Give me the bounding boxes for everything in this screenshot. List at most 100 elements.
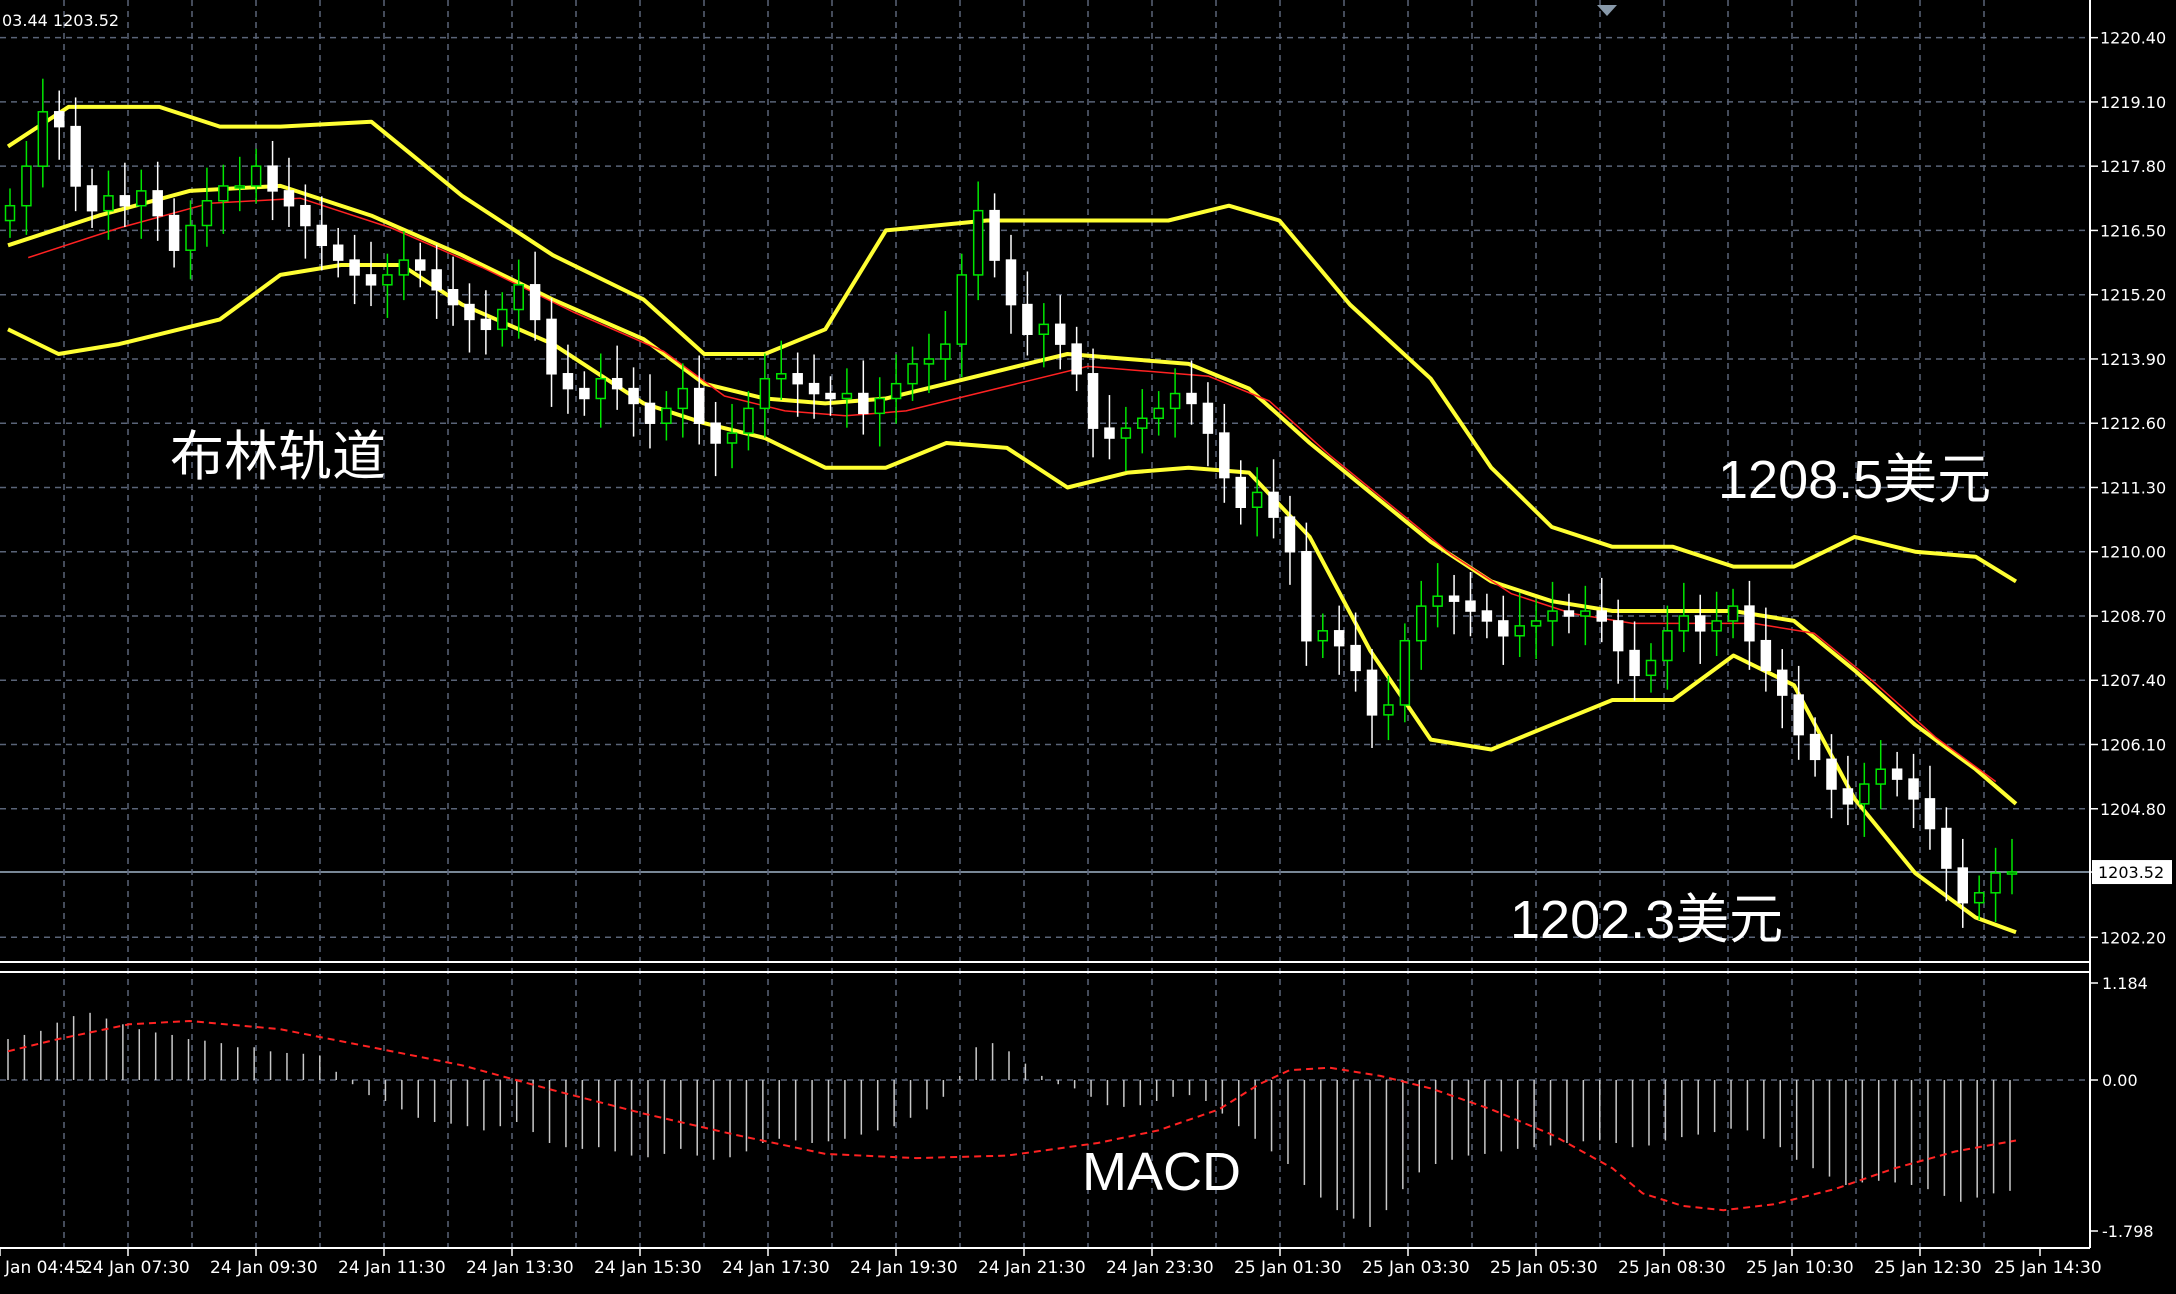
- candle-body: [1891, 768, 1903, 780]
- candle-body: [1908, 778, 1919, 800]
- candle-body: [808, 382, 820, 395]
- candle-body: [693, 387, 705, 424]
- x-tick-label: 24 Jan 21:30: [978, 1258, 1086, 1278]
- candle-body: [218, 185, 229, 202]
- candle-body: [431, 269, 442, 291]
- y-tick-label: 1208.70: [2100, 607, 2166, 626]
- candle-body: [1809, 733, 1821, 761]
- ohlc-readout: 03.44 1203.52: [2, 11, 119, 30]
- candle-body: [874, 397, 885, 415]
- y-tick-label: 1211.30: [2100, 478, 2166, 497]
- candle-body: [53, 111, 65, 128]
- candle-body: [1612, 620, 1624, 652]
- x-tick-label: 25 Jan 03:30: [1362, 1258, 1470, 1278]
- y-tick-label: 1219.10: [2100, 93, 2166, 112]
- candle-body: [644, 402, 656, 424]
- chart-background: [0, 0, 2176, 1294]
- candle-body: [841, 392, 853, 400]
- candle-body: [1005, 259, 1017, 306]
- bollinger-label: 布林轨道: [170, 427, 386, 487]
- candle-body: [710, 422, 721, 444]
- y-tick-label: 1210.00: [2100, 543, 2166, 562]
- candle-body: [1777, 669, 1788, 696]
- y-tick-label: 1204.80: [2100, 800, 2166, 819]
- y-tick-label: 1216.50: [2100, 221, 2166, 240]
- candle-body: [1514, 625, 1525, 637]
- candle-body: [316, 224, 328, 247]
- candle-body: [1038, 323, 1050, 335]
- candle-body: [1678, 615, 1690, 632]
- candle-body: [1596, 610, 1608, 622]
- candle-body: [234, 185, 245, 189]
- y-tick-label: 1202.20: [2100, 928, 2166, 947]
- y-tick-label: 1217.80: [2100, 157, 2166, 176]
- candle-body: [103, 195, 114, 212]
- candle-body: [1760, 639, 1772, 672]
- candle-body: [907, 363, 918, 385]
- candle-body: [546, 318, 557, 375]
- candle-body: [1859, 783, 1870, 805]
- candle-body: [726, 432, 738, 444]
- candle-body: [1317, 630, 1329, 642]
- candle-body: [1498, 620, 1509, 637]
- candle-body: [447, 289, 459, 306]
- candle-body: [1415, 605, 1427, 642]
- candle-body: [1104, 427, 1115, 439]
- candle-body: [1694, 615, 1706, 632]
- candle-body: [1580, 610, 1591, 617]
- candle-body: [1268, 491, 1279, 518]
- candle-body: [1662, 630, 1673, 662]
- candle-body: [890, 382, 902, 400]
- x-tick-label: 25 Jan 01:30: [1234, 1258, 1342, 1278]
- candle-body: [1235, 476, 1246, 508]
- candle-body: [1251, 491, 1263, 508]
- candle-body: [1711, 620, 1722, 632]
- candle-body: [152, 190, 163, 217]
- candle-body: [1137, 417, 1148, 429]
- candle-body: [776, 373, 787, 380]
- candle-body: [119, 195, 131, 207]
- candle-body: [661, 407, 672, 424]
- y-tick-label: 1212.60: [2100, 414, 2166, 433]
- x-tick-label: 24 Jan 04:45: [0, 1258, 86, 1278]
- candle-body: [1120, 427, 1132, 439]
- candle-body: [1727, 605, 1739, 622]
- candle-body: [464, 303, 475, 321]
- candle-body: [1054, 323, 1066, 345]
- candle-body: [136, 190, 147, 207]
- chart-window[interactable]: 1220.40 1219.10 1217.80 1216.50 1215.20 1213.…: [0, 0, 2176, 1294]
- y-tick-label: 1215.20: [2100, 286, 2166, 305]
- candle-body: [628, 387, 639, 405]
- candle-body: [349, 259, 360, 276]
- candle-body: [1547, 610, 1558, 622]
- upper-price-label: 1208.5美元: [1718, 450, 1991, 510]
- candle-body: [86, 185, 98, 212]
- x-tick-label: 25 Jan 14:30: [1994, 1258, 2102, 1278]
- x-tick-label: 25 Jan 05:30: [1490, 1258, 1598, 1278]
- x-tick-label: 24 Jan 23:30: [1106, 1258, 1214, 1278]
- candle-body: [37, 111, 49, 167]
- candle-body: [497, 308, 508, 331]
- candle-body: [1563, 610, 1575, 617]
- candle-body: [1826, 758, 1837, 790]
- candle-body: [1481, 610, 1493, 622]
- candle-body: [1744, 605, 1755, 642]
- candle-body: [1793, 694, 1804, 736]
- x-tick-label: 24 Jan 17:30: [722, 1258, 830, 1278]
- current-price-label: 1203.52: [2098, 863, 2164, 882]
- x-tick-label: 24 Jan 13:30: [466, 1258, 574, 1278]
- candle-body: [1924, 798, 1936, 830]
- x-tick-label: 25 Jan 12:30: [1874, 1258, 1982, 1278]
- macd-tick-label: 1.184: [2102, 974, 2148, 993]
- candle-body: [513, 284, 524, 311]
- candle-body: [168, 214, 180, 251]
- candle-body: [250, 165, 262, 187]
- y-tick-label: 1206.10: [2100, 736, 2166, 755]
- candle-body: [972, 209, 984, 276]
- y-tick-label: 1207.40: [2100, 671, 2166, 690]
- candle-body: [1842, 788, 1854, 805]
- y-tick-label: 1213.90: [2100, 350, 2166, 369]
- candle-body: [825, 392, 836, 400]
- candle-body: [1448, 595, 1460, 602]
- x-tick-label: 25 Jan 08:30: [1618, 1258, 1726, 1278]
